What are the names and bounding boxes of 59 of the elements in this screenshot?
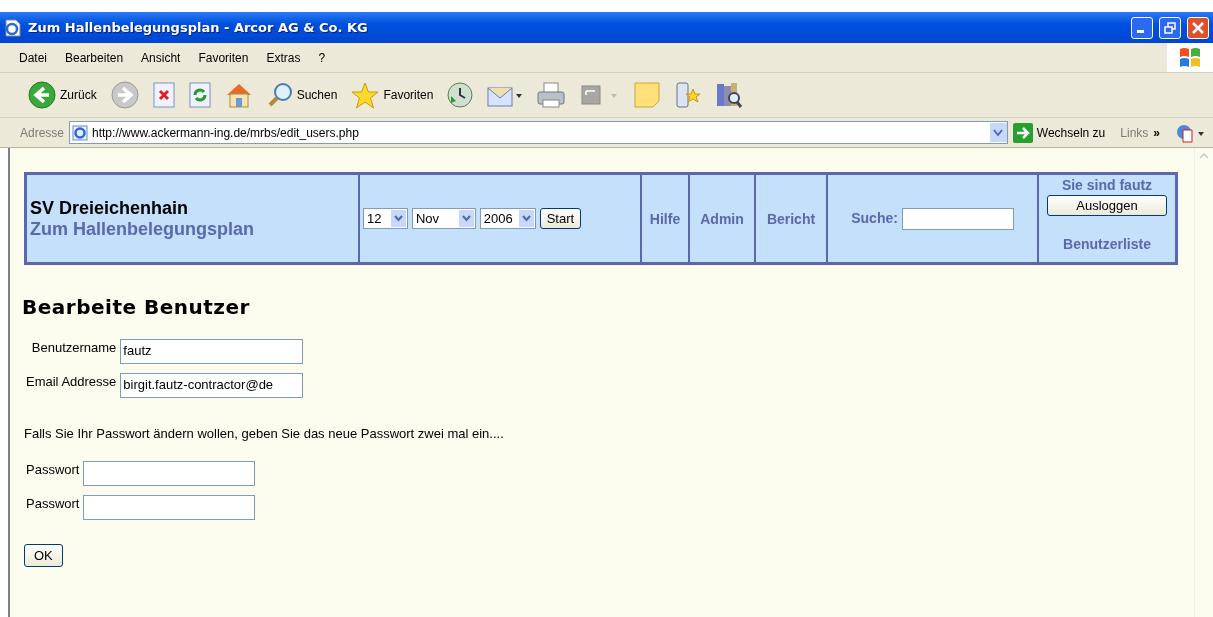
more-links-chevron[interactable]: » — [1153, 125, 1160, 140]
history-icon[interactable] — [447, 82, 474, 108]
address-label: Adresse — [20, 125, 65, 140]
books-magnifier-icon[interactable] — [715, 81, 744, 109]
search-icon[interactable] — [266, 82, 293, 108]
menu-item[interactable]: Ansicht — [132, 48, 190, 67]
star-icon[interactable] — [351, 81, 380, 109]
restore-icon — [1164, 21, 1176, 34]
nav-link[interactable]: Hilfe — [649, 210, 681, 227]
menu-item[interactable]: Favoriten — [189, 48, 258, 67]
ok-button[interactable]: OK — [24, 544, 63, 567]
logout-button[interactable]: Ausloggen — [1047, 195, 1167, 216]
input-field[interactable]: fautz — [120, 339, 304, 364]
field-label: Benutzername — [31, 339, 117, 355]
password-hint: Falls Sie Ihr Passwort ändern wollen, geben Sie das neue Passwort zwei mal ein.... — [24, 426, 505, 441]
stop-icon[interactable] — [152, 82, 175, 108]
toolbar-label[interactable]: Zurück — [60, 88, 97, 102]
address-field[interactable]: http://www.ackermann-ing.de/mrbs/edit_users.php — [69, 121, 1008, 144]
menu-item[interactable]: Bearbeiten — [56, 48, 133, 67]
menu-item[interactable]: ? — [309, 48, 335, 67]
input-field[interactable]: birgit.fautz-contractor@de — [120, 373, 304, 398]
user-list-link[interactable]: Benutzerliste — [1042, 236, 1172, 252]
menu-item[interactable]: Extras — [257, 48, 310, 67]
search-field[interactable] — [901, 207, 1014, 230]
field-label: Email Addresse — [26, 373, 117, 389]
browser-page-icon — [4, 18, 22, 37]
phone-star-icon[interactable] — [675, 81, 702, 109]
minimize-button[interactable] — [1131, 16, 1153, 39]
windows-logo-icon — [1178, 46, 1202, 69]
refresh-icon[interactable] — [188, 82, 211, 108]
browser-page-icon — [72, 124, 89, 141]
password-field[interactable] — [83, 461, 256, 486]
dropdown[interactable]: 2006 — [479, 208, 536, 229]
links-label[interactable]: Links — [1120, 125, 1149, 140]
home-link[interactable]: Zum Hallenbelegungsplan — [30, 218, 355, 240]
toolbar-label[interactable]: Favoriten — [383, 88, 434, 102]
pdf-globe-icon[interactable] — [1175, 122, 1205, 143]
password-field[interactable] — [83, 495, 256, 520]
nav-link[interactable]: Admin — [700, 210, 744, 227]
start-button[interactable]: Start — [539, 208, 582, 229]
go-button-label[interactable]: Wechseln zu — [1036, 125, 1106, 140]
field-label: Passwort — [26, 461, 80, 477]
menu-item[interactable]: Datei — [10, 48, 56, 67]
search-label: Suche: — [851, 209, 898, 226]
site-name: SV Dreieichenhain — [30, 197, 190, 219]
close-button[interactable] — [1187, 16, 1209, 39]
edit-icon[interactable] — [579, 82, 620, 108]
close-icon — [1192, 21, 1204, 34]
restore-button[interactable] — [1159, 16, 1181, 39]
minimize-icon — [1137, 30, 1144, 33]
window-title: Zum Hallenbelegungsplan - Arcor AG & Co. KG — [28, 20, 369, 35]
printer-icon[interactable] — [537, 82, 566, 108]
toolbar-label[interactable]: Suchen — [296, 88, 338, 102]
page-heading: Bearbeite Benutzer — [22, 295, 251, 319]
login-status: Sie sind fautz — [1060, 177, 1154, 193]
field-label: Passwort — [26, 495, 80, 511]
dropdown[interactable]: Nov — [411, 208, 476, 229]
dropdown[interactable]: 12 — [363, 208, 408, 229]
nav-link[interactable]: Bericht — [766, 210, 816, 227]
